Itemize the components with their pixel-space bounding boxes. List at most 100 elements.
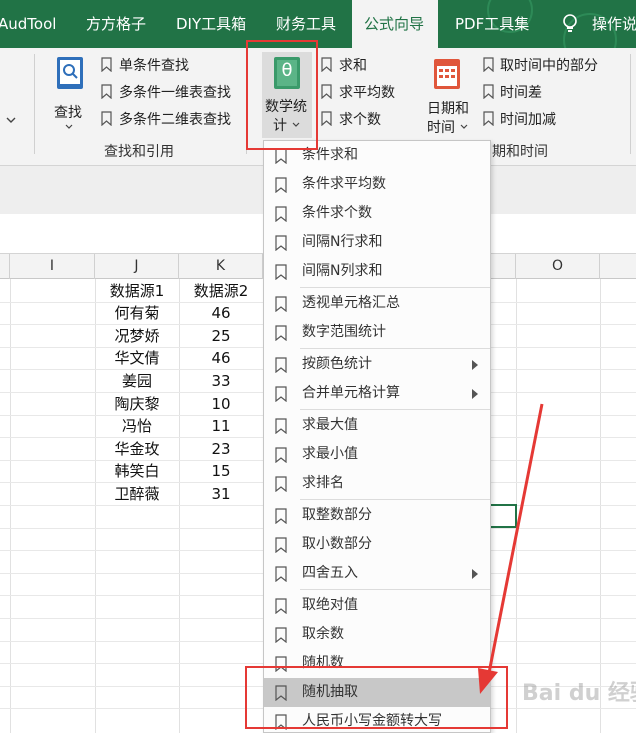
bookmark-icon [275, 598, 287, 614]
menu-item[interactable]: 求最大值 [264, 411, 490, 440]
bookmark-icon [321, 57, 332, 72]
chevron-down-icon [460, 124, 468, 129]
ribbon-tab-bar: AudTool 方方格子 DIY工具箱 财务工具 公式向导 PDF工具集 操作说 [0, 0, 636, 48]
bookmark-icon [275, 386, 287, 402]
menu-item-label: 数字范围统计 [302, 324, 386, 340]
table-cell-name[interactable]: 华文倩 [95, 347, 179, 369]
group-label-datetime: 期和时间 [492, 144, 548, 160]
menu-item[interactable]: 透视单元格汇总 [264, 289, 490, 318]
menu-separator [300, 499, 490, 500]
menu-item[interactable]: 求最小值 [264, 440, 490, 469]
column-header-i[interactable]: I [10, 254, 95, 279]
bookmark-icon [483, 84, 494, 99]
table-cell-name[interactable]: 卫醉薇 [95, 483, 179, 505]
lookup-button-label: 查找 [54, 105, 82, 121]
ribbon-item-sum[interactable]: 求和 [339, 55, 367, 75]
menu-item-label: 条件求个数 [302, 205, 372, 221]
menu-item-label: 合并单元格计算 [302, 385, 400, 401]
table-cell-name[interactable]: 华金玫 [95, 438, 179, 460]
watermark: Bai du 经验 [522, 681, 636, 706]
column-header-h[interactable] [0, 254, 10, 279]
table-cell-value[interactable]: 31 [179, 483, 263, 505]
table-cell-value[interactable]: 25 [179, 325, 263, 347]
menu-item[interactable]: 条件求平均数 [264, 170, 490, 199]
table-cell-name[interactable]: 韩笑白 [95, 460, 179, 482]
menu-item-label: 取绝对值 [302, 597, 358, 613]
menu-item[interactable]: 取小数部分 [264, 530, 490, 559]
bookmark-icon [275, 627, 287, 643]
menu-item[interactable]: 取整数部分 [264, 501, 490, 530]
menu-item[interactable]: 四舍五入 [264, 559, 490, 588]
datetime-label-line1: 日期和 [427, 101, 469, 117]
tab-formula-wizard[interactable]: 公式向导 [352, 0, 438, 48]
table-cell-name[interactable]: 况梦娇 [95, 325, 179, 347]
bookmark-icon [275, 476, 287, 492]
menu-item[interactable]: 间隔N行求和 [264, 228, 490, 257]
ribbon-item-single-lookup[interactable]: 单条件查找 [119, 55, 189, 75]
menu-item[interactable]: 合并单元格计算 [264, 379, 490, 408]
chevron-down-icon [65, 124, 73, 129]
menu-separator [300, 589, 490, 590]
column-header-j[interactable]: J [95, 254, 179, 279]
menu-item-label: 取余数 [302, 626, 344, 642]
bookmark-icon [275, 148, 287, 164]
table-cell-value[interactable]: 46 [179, 347, 263, 369]
column-header-k[interactable]: K [179, 254, 263, 279]
chevron-down-icon[interactable] [6, 116, 16, 124]
bookmark-icon [483, 111, 494, 126]
menu-item-label: 条件求平均数 [302, 176, 386, 192]
menu-item-label: 取整数部分 [302, 507, 372, 523]
column-header-n[interactable] [490, 254, 516, 279]
calendar-icon [434, 59, 460, 89]
lightbulb-icon[interactable] [562, 14, 578, 34]
ribbon-item-average[interactable]: 求平均数 [339, 82, 395, 102]
tab-audtool[interactable]: AudTool [0, 0, 56, 48]
bookmark-icon [483, 57, 494, 72]
bookmark-icon [101, 57, 112, 72]
table-cell-value[interactable]: 15 [179, 460, 263, 482]
ribbon-item-time-part[interactable]: 取时间中的部分 [500, 55, 598, 75]
bookmark-icon [275, 264, 287, 280]
table-cell-name[interactable]: 姜园 [95, 370, 179, 392]
table-cell-value[interactable]: 33 [179, 370, 263, 392]
table-header-source2[interactable]: 数据源2 [179, 280, 263, 302]
bookmark-icon [275, 566, 287, 582]
ribbon-item-time-diff[interactable]: 时间差 [500, 82, 542, 102]
menu-item[interactable]: 条件求个数 [264, 199, 490, 228]
bookmark-icon [275, 177, 287, 193]
menu-item-label: 按颜色统计 [302, 356, 372, 372]
table-cell-name[interactable]: 何有菊 [95, 302, 179, 324]
ribbon-item-multi-1d-lookup[interactable]: 多条件一维表查找 [119, 82, 231, 102]
tab-tell-me[interactable]: 操作说 [592, 0, 636, 48]
submenu-arrow-icon [472, 389, 478, 399]
menu-item[interactable]: 求排名 [264, 469, 490, 498]
bookmark-icon [275, 418, 287, 434]
ribbon-item-count[interactable]: 求个数 [339, 109, 381, 129]
table-cell-value[interactable]: 46 [179, 302, 263, 324]
tab-diy-toolbox[interactable]: DIY工具箱 [176, 0, 246, 48]
menu-item[interactable]: 按颜色统计 [264, 350, 490, 379]
annotation-box-math-button [246, 40, 318, 150]
bookmark-icon [275, 537, 287, 553]
lookup-button[interactable]: 查找 [50, 54, 90, 138]
column-header-o[interactable]: O [516, 254, 600, 279]
menu-item[interactable]: 间隔N列求和 [264, 257, 490, 286]
tab-pdf-tools[interactable]: PDF工具集 [455, 0, 529, 48]
datetime-label-line2: 时间 [427, 120, 455, 136]
book-search-icon [57, 57, 83, 89]
ribbon-item-multi-2d-lookup[interactable]: 多条件二维表查找 [119, 109, 231, 129]
menu-item-label: 取小数部分 [302, 536, 372, 552]
table-cell-value[interactable]: 10 [179, 393, 263, 415]
table-cell-name[interactable]: 陶庆黎 [95, 393, 179, 415]
menu-item[interactable]: 数字范围统计 [264, 318, 490, 347]
ribbon-item-time-add[interactable]: 时间加减 [500, 109, 556, 129]
menu-item-label: 求最大值 [302, 417, 358, 433]
menu-item[interactable]: 取绝对值 [264, 591, 490, 620]
table-cell-name[interactable]: 冯怡 [95, 415, 179, 437]
datetime-button[interactable]: 日期和 时间 [424, 54, 474, 138]
table-header-source1[interactable]: 数据源1 [95, 280, 179, 302]
table-cell-value[interactable]: 23 [179, 438, 263, 460]
table-cell-value[interactable]: 11 [179, 415, 263, 437]
tab-fangfang[interactable]: 方方格子 [86, 0, 146, 48]
menu-item[interactable]: 取余数 [264, 620, 490, 649]
